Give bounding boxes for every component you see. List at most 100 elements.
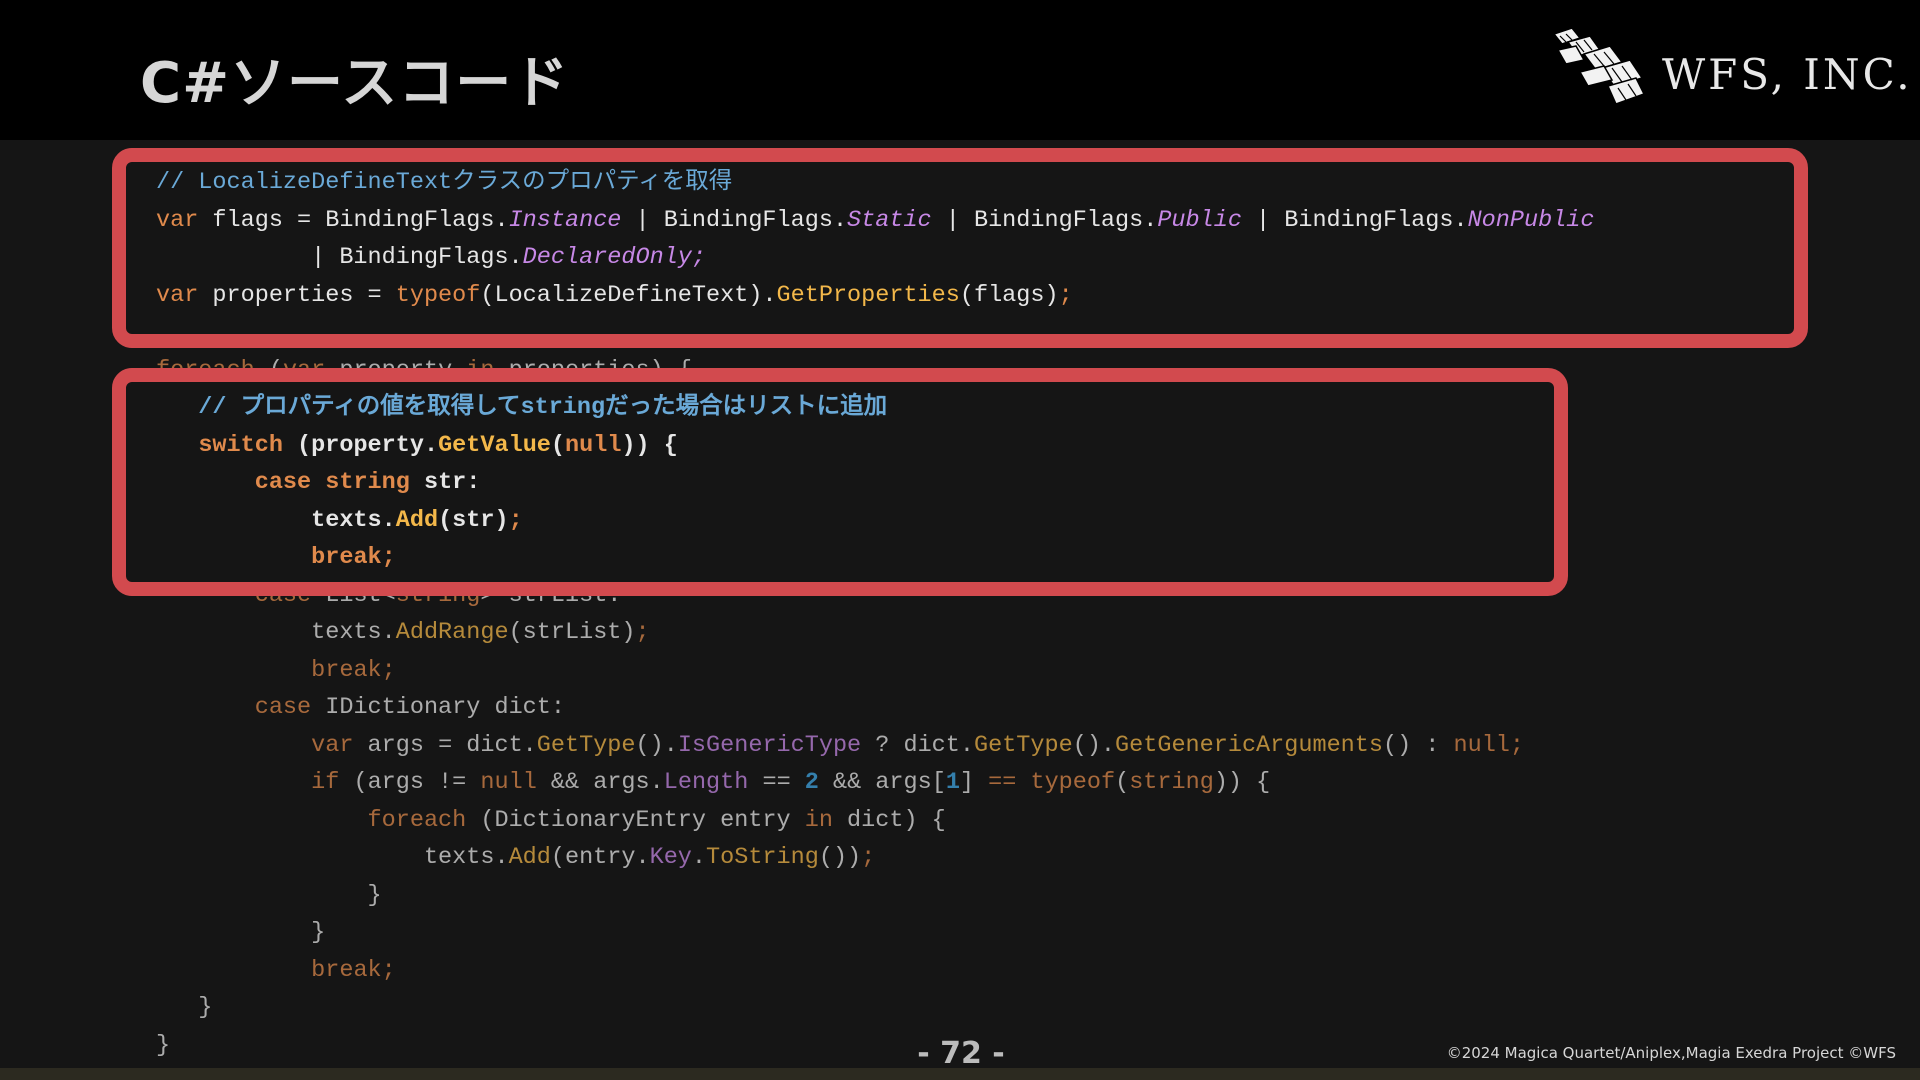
code-token: string: [1129, 769, 1214, 796]
code-token: (: [1115, 769, 1130, 796]
code-token: ()): [818, 844, 862, 871]
code-token: )) {: [1213, 769, 1271, 796]
code-token: flags = BindingFlags.: [198, 206, 509, 234]
code-token: 1: [945, 769, 960, 796]
code-token: properties =: [198, 281, 396, 309]
code-token: switch: [198, 431, 283, 459]
code-token: texts.: [156, 619, 396, 646]
code-token: )) {: [621, 431, 678, 459]
code-line: }: [156, 914, 1595, 952]
code-token: case: [254, 469, 312, 496]
code-token: | BindingFlags.: [931, 206, 1158, 234]
code-token: && args.: [536, 769, 664, 796]
code-token: ==: [748, 769, 805, 796]
code-token: typeof: [1030, 769, 1116, 796]
code-block: // LocalizeDefineTextクラスのプロパティを取得 var fla…: [156, 164, 1595, 1064]
code-token: foreach: [367, 806, 467, 834]
code-token: (: [550, 431, 566, 459]
code-token: NonPublic: [1467, 206, 1595, 234]
code-token: ;: [381, 544, 396, 571]
code-token: Add: [508, 844, 551, 871]
code-line: break;: [156, 652, 1595, 690]
code-token: var: [156, 206, 199, 234]
code-token: ;: [861, 844, 876, 871]
code-token: > strList:: [480, 581, 622, 609]
code-line: // LocalizeDefineTextクラスのプロパティを取得: [156, 164, 1595, 202]
code-token: GetProperties: [776, 281, 960, 309]
code-token: Key: [649, 844, 692, 871]
code-token: ToString: [706, 844, 819, 871]
code-token: ;: [691, 244, 707, 271]
code-token: string: [395, 581, 481, 609]
code-token: ==: [988, 769, 1017, 796]
code-line: foreach (DictionaryEntry entry in dict) …: [156, 802, 1595, 840]
page-number: - 72 -: [917, 1036, 1005, 1071]
code-line: }: [156, 877, 1595, 915]
code-token: var: [311, 731, 354, 759]
code-token: in: [804, 806, 833, 834]
code-token: break: [311, 956, 382, 984]
code-token: args = dict.: [353, 731, 537, 759]
code-line: var flags = BindingFlags.Instance | Bind…: [156, 202, 1595, 240]
code-line: var args = dict.GetType().IsGenericType …: [156, 727, 1595, 765]
code-token: if: [311, 769, 340, 796]
code-token: (DictionaryEntry entry: [466, 806, 805, 834]
code-token: foreach: [156, 356, 255, 384]
code-line: // プロパティの値を取得してstringだった場合はリストに追加: [156, 389, 1595, 427]
code-token: var: [282, 356, 326, 384]
code-token: Instance: [508, 206, 622, 234]
code-token: break: [311, 544, 382, 571]
code-token: Add: [395, 506, 439, 534]
code-line: case List<string> strList:: [156, 577, 1595, 615]
code-token: break: [311, 656, 382, 684]
code-token: Length: [663, 769, 749, 796]
code-token: AddRange: [395, 619, 509, 646]
code-token: ? dict.: [861, 731, 974, 759]
code-line: texts.Add(entry.Key.ToString());: [156, 839, 1595, 877]
code-token: ;: [381, 656, 396, 684]
code-line: texts.AddRange(strList);: [156, 614, 1595, 652]
code-token: (entry.: [550, 844, 650, 871]
code-token: DeclaredOnly: [522, 244, 692, 271]
code-token: GetValue: [438, 431, 551, 459]
code-line: | BindingFlags.DeclaredOnly;: [156, 239, 1595, 277]
code-token: | BindingFlags.: [156, 244, 523, 271]
code-token: (flags): [959, 281, 1059, 309]
code-token: ;: [1058, 281, 1073, 309]
code-token: }: [156, 881, 382, 909]
logo-text: WFS, INC.: [1662, 50, 1913, 99]
code-token: IsGenericType: [677, 731, 862, 759]
code-token: GetType: [536, 731, 636, 759]
code-token: // LocalizeDefineTextクラスのプロパティを取得: [156, 169, 733, 196]
wfs-logo-icon: [1552, 28, 1646, 105]
code-line: foreach (var property in properties) {: [156, 352, 1595, 390]
code-token: in: [466, 356, 495, 384]
code-line: case IDictionary dict:: [156, 689, 1595, 727]
code-token: IDictionary dict:: [311, 694, 565, 721]
code-token: texts.: [156, 844, 509, 871]
slide-title: C#ソースコード: [140, 51, 570, 116]
code-line: texts.Add(str);: [156, 502, 1595, 540]
code-token: GetType: [974, 731, 1073, 759]
code-token: ;: [381, 956, 396, 984]
code-token: (LocalizeDefineText).: [480, 281, 777, 309]
code-token: ;: [635, 619, 650, 646]
code-token: | BindingFlags.: [621, 206, 848, 234]
code-token: dict) {: [832, 806, 946, 834]
code-token: properties) {: [494, 356, 692, 384]
code-line: }: [156, 1027, 1595, 1065]
code-token: case: [254, 694, 312, 721]
code-token: }: [156, 1031, 171, 1059]
code-token: }: [156, 994, 213, 1021]
code-line: }: [156, 989, 1595, 1027]
code-token: case: [254, 581, 312, 609]
